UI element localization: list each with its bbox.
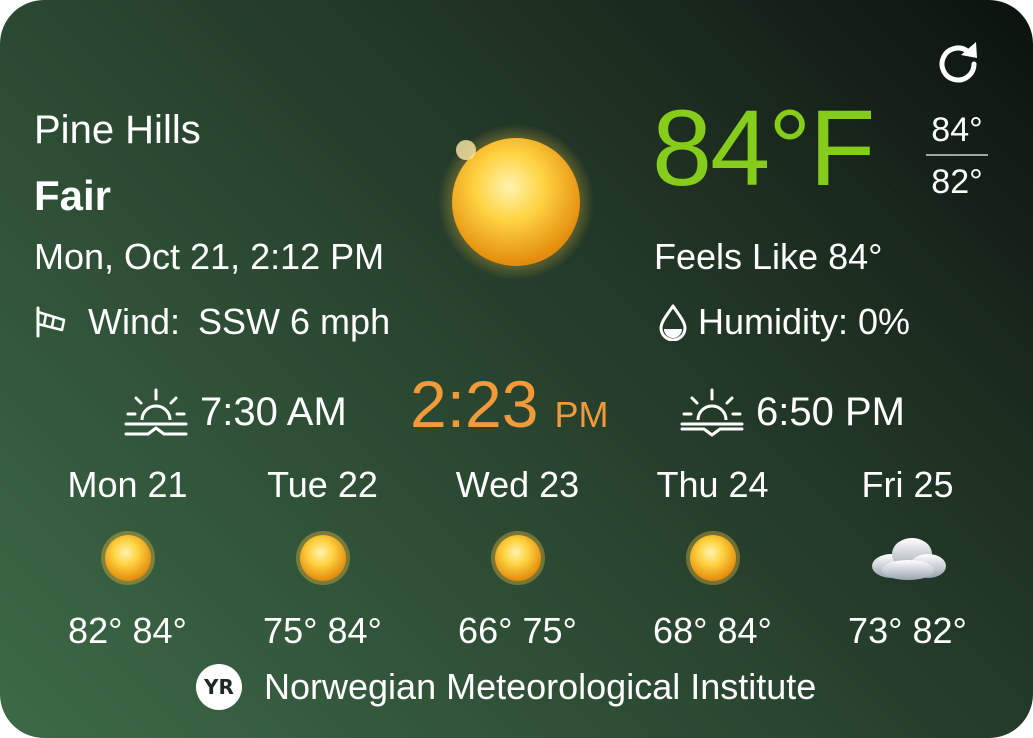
cloud-icon (872, 538, 946, 580)
sunset-row: 6:50 PM (680, 386, 905, 438)
forecast-day-name: Fri 25 (861, 464, 954, 505)
sun-icon (686, 531, 740, 585)
forecast-day[interactable]: Wed 23 66° 75° (420, 460, 615, 660)
forecast-day-temps: 66° 75° (458, 610, 577, 651)
sunset-icon (680, 388, 744, 437)
humidity-row: Humidity: 0% (656, 298, 910, 346)
sun-icon (296, 531, 350, 585)
low-temperature: 82° (931, 163, 983, 201)
sunrise-icon (124, 388, 188, 436)
forecast-day-name: Mon 21 (67, 464, 188, 505)
refresh-icon (939, 42, 977, 83)
wind-row: Wind: SSW 6 mph (34, 298, 390, 346)
forecast-day[interactable]: Fri 25 73° 82° (810, 460, 1005, 660)
high-temperature: 84° (931, 111, 983, 149)
windsock-icon (36, 306, 66, 338)
clock-time: 2:23 (410, 367, 539, 441)
humidity-text: Humidity: 0% (698, 301, 911, 342)
forecast-day-temps: 82° 84° (68, 610, 187, 651)
forecast-row: Mon 21 82° 84° Tue 22 75° 84° Wed 23 66°… (30, 460, 1005, 660)
current-temperature: 84°F (652, 87, 875, 208)
forecast-day-temps: 73° 82° (848, 610, 967, 651)
yr-logo: YR (196, 664, 242, 710)
sunrise-time: 7:30 AM (200, 390, 347, 434)
weather-widget[interactable]: Pine Hills Fair Mon, Oct 21, 2:12 PM Win… (0, 0, 1033, 738)
location-name: Pine Hills (34, 108, 201, 152)
weather-condition: Fair (34, 172, 112, 219)
clock[interactable]: 2:23 PM (410, 366, 608, 442)
provider-name: Norwegian Meteorological Institute (264, 666, 817, 707)
feels-like: Feels Like 84° (654, 236, 883, 277)
wind-value: SSW 6 mph (198, 301, 391, 342)
forecast-day[interactable]: Mon 21 82° 84° (30, 460, 225, 660)
wind-label: Wind: (88, 301, 181, 342)
forecast-day-name: Thu 24 (656, 464, 769, 505)
forecast-day-temps: 68° 84° (653, 610, 772, 651)
current-weather-sun-icon (438, 124, 594, 280)
forecast-day-name: Wed 23 (455, 464, 580, 505)
sunrise-row: 7:30 AM (124, 386, 347, 438)
forecast-day-name: Tue 22 (267, 464, 378, 505)
sun-icon (491, 531, 545, 585)
current-datetime: Mon, Oct 21, 2:12 PM (34, 236, 385, 277)
provider-footer[interactable]: YR Norwegian Meteorological Institute (196, 662, 816, 712)
forecast-day-temps: 75° 84° (263, 610, 382, 651)
sun-icon (101, 531, 155, 585)
high-low-temperature: 84° 82° (926, 110, 988, 202)
forecast-day[interactable]: Tue 22 75° 84° (225, 460, 420, 660)
forecast-day[interactable]: Thu 24 68° 84° (615, 460, 810, 660)
sunset-time: 6:50 PM (756, 390, 905, 434)
refresh-button[interactable] (930, 36, 986, 92)
high-low-divider (926, 154, 988, 156)
water-drop-icon (659, 304, 687, 341)
clock-ampm: PM (554, 394, 609, 435)
